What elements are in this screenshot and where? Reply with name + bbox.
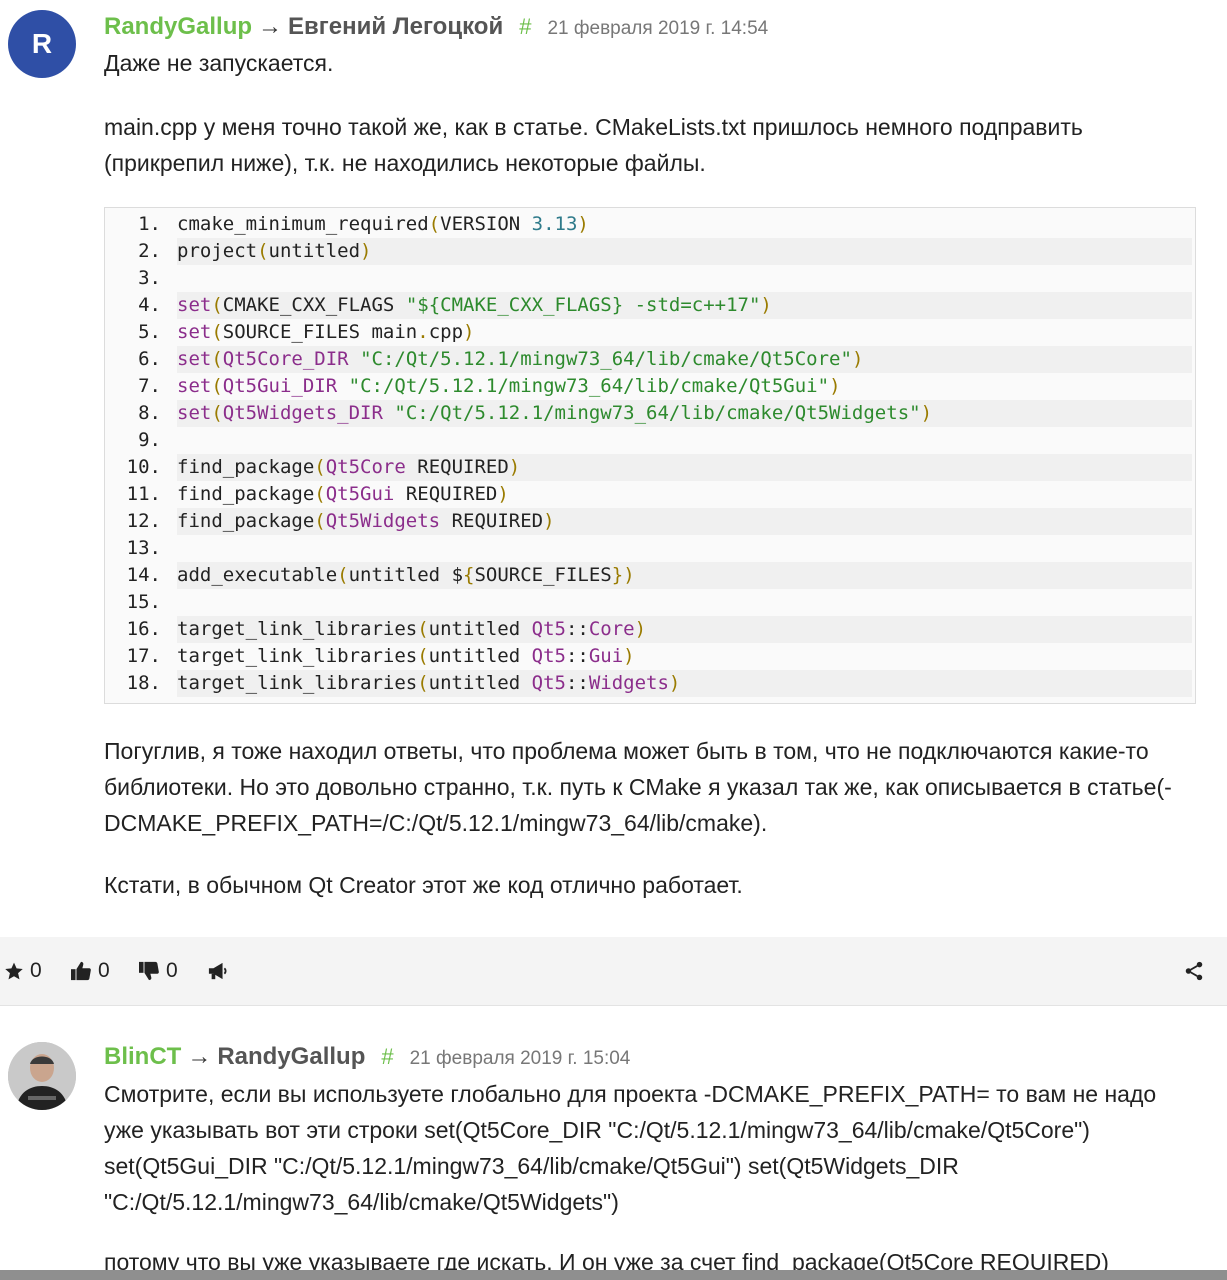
code-text: target_link_libraries(untitled Qt5::Gui) xyxy=(177,645,635,667)
line-number: 18. xyxy=(126,672,161,694)
dislike-count: 0 xyxy=(166,959,178,982)
like-count: 0 xyxy=(98,959,110,982)
thumbs-down-icon xyxy=(138,961,160,981)
recipient-link[interactable]: RandyGallup xyxy=(217,1043,365,1071)
line-number: 10. xyxy=(126,456,161,478)
code-line: 16. target_link_libraries(untitled Qt5::C… xyxy=(105,616,1195,643)
line-number: 1. xyxy=(138,213,161,235)
code-text: add_executable(untitled ${SOURCE_FILES}) xyxy=(177,562,1192,589)
permalink[interactable]: # xyxy=(519,14,531,40)
line-number: 11. xyxy=(126,483,161,505)
code-text: set(Qt5Gui_DIR "C:/Qt/5.12.1/mingw73_64/… xyxy=(177,375,841,397)
line-number: 12. xyxy=(126,510,161,532)
code-line: 2. project(untitled) xyxy=(105,238,1195,265)
comment-header: BlinCT → RandyGallup # 21 февраля 2019 г… xyxy=(104,1043,630,1071)
paragraph: Кстати, в обычном Qt Creator этот же код… xyxy=(104,872,743,898)
paragraph: Даже не запускается. xyxy=(104,50,334,76)
dislike-button[interactable]: 0 xyxy=(138,959,178,983)
reply-arrow: → xyxy=(258,13,283,40)
code-text: target_link_libraries(untitled Qt5::Core… xyxy=(177,616,1192,643)
code-line: 17. target_link_libraries(untitled Qt5::G… xyxy=(105,643,1195,670)
code-line: 6. set(Qt5Core_DIR "C:/Qt/5.12.1/mingw73_… xyxy=(105,346,1195,373)
thumbs-up-icon xyxy=(70,961,92,981)
code-text: cmake_minimum_required(VERSION 3.13) xyxy=(177,213,589,235)
code-text: find_package(Qt5Widgets REQUIRED) xyxy=(177,508,1192,535)
comment-header: RandyGallup → Евгений Легоцкой # 21 февр… xyxy=(104,13,768,41)
code-line: 18. target_link_libraries(untitled Qt5::W… xyxy=(105,670,1195,697)
share-button[interactable] xyxy=(1183,960,1205,982)
code-line: 1. cmake_minimum_required(VERSION 3.13) xyxy=(105,211,1195,238)
paragraph: Погуглив, я тоже находил ответы, что про… xyxy=(104,738,1172,836)
code-text: find_package(Qt5Gui REQUIRED) xyxy=(177,483,509,505)
code-line: 10. find_package(Qt5Core REQUIRED) xyxy=(105,454,1195,481)
horizontal-scrollbar[interactable] xyxy=(0,1270,1227,1280)
code-text: set(SOURCE_FILES main.cpp) xyxy=(177,321,475,343)
reply-arrow: → xyxy=(187,1043,212,1070)
line-number: 6. xyxy=(138,348,161,370)
share-icon xyxy=(1183,960,1205,982)
permalink[interactable]: # xyxy=(381,1044,393,1070)
favorite-button[interactable]: 0 xyxy=(4,959,42,983)
line-number: 14. xyxy=(126,564,161,586)
code-line: 11. find_package(Qt5Gui REQUIRED) xyxy=(105,481,1195,508)
code-line: 3. xyxy=(105,265,1195,292)
code-line: 9. xyxy=(105,427,1195,454)
code-line: 15. xyxy=(105,589,1195,616)
paragraph: Смотрите, если вы используете глобально … xyxy=(104,1081,1157,1215)
comment-toolbar: 0 0 0 xyxy=(0,937,1227,1006)
avatar[interactable]: R xyxy=(8,10,76,78)
line-number: 17. xyxy=(126,645,161,667)
code-line: 7. set(Qt5Gui_DIR "C:/Qt/5.12.1/mingw73_6… xyxy=(105,373,1195,400)
code-text: set(Qt5Core_DIR "C:/Qt/5.12.1/mingw73_64… xyxy=(177,346,1192,373)
megaphone-icon xyxy=(207,961,229,981)
comment-body: Кстати, в обычном Qt Creator этот же код… xyxy=(104,867,1194,903)
line-number: 4. xyxy=(138,294,161,316)
code-text: project(untitled) xyxy=(177,238,1192,265)
recipient-link[interactable]: Евгений Легоцкой xyxy=(288,13,503,41)
line-number: 5. xyxy=(138,321,161,343)
line-number: 2. xyxy=(138,240,161,262)
author-link[interactable]: BlinCT xyxy=(104,1043,181,1071)
code-line: 12. find_package(Qt5Widgets REQUIRED) xyxy=(105,508,1195,535)
line-number: 3. xyxy=(138,267,161,289)
code-line: 5. set(SOURCE_FILES main.cpp) xyxy=(105,319,1195,346)
code-line: 13. xyxy=(105,535,1195,562)
star-icon xyxy=(4,961,24,981)
line-number: 13. xyxy=(126,537,161,559)
code-text: set(CMAKE_CXX_FLAGS "${CMAKE_CXX_FLAGS} … xyxy=(177,292,1192,319)
comment-body: Погуглив, я тоже находил ответы, что про… xyxy=(104,733,1194,841)
comment-body: Даже не запускается. xyxy=(104,45,1194,81)
line-number: 8. xyxy=(138,402,161,424)
avatar[interactable] xyxy=(8,1042,76,1110)
code-line: 14. add_executable(untitled ${SOURCE_FILE… xyxy=(105,562,1195,589)
comment-date: 21 февраля 2019 г. 14:54 xyxy=(547,18,769,39)
code-line: 4. set(CMAKE_CXX_FLAGS "${CMAKE_CXX_FLAGS… xyxy=(105,292,1195,319)
favorite-count: 0 xyxy=(30,959,42,982)
code-text: find_package(Qt5Core REQUIRED) xyxy=(177,454,1192,481)
code-text: target_link_libraries(untitled Qt5::Widg… xyxy=(177,670,1192,697)
author-link[interactable]: RandyGallup xyxy=(104,13,252,41)
comment-body: Смотрите, если вы используете глобально … xyxy=(104,1076,1194,1220)
line-number: 7. xyxy=(138,375,161,397)
line-number: 9. xyxy=(138,429,161,451)
reply-button[interactable] xyxy=(207,961,229,981)
like-button[interactable]: 0 xyxy=(70,959,110,983)
comment-body: main.cpp у меня точно такой же, как в ст… xyxy=(104,109,1194,181)
line-number: 15. xyxy=(126,591,161,613)
paragraph: main.cpp у меня точно такой же, как в ст… xyxy=(104,114,1083,176)
code-block: 1. cmake_minimum_required(VERSION 3.13) 2.… xyxy=(104,207,1196,704)
code-line: 8. set(Qt5Widgets_DIR "C:/Qt/5.12.1/mingw… xyxy=(105,400,1195,427)
comment-date: 21 февраля 2019 г. 15:04 xyxy=(409,1048,631,1069)
line-number: 16. xyxy=(126,618,161,640)
code-text: set(Qt5Widgets_DIR "C:/Qt/5.12.1/mingw73… xyxy=(177,400,1192,427)
